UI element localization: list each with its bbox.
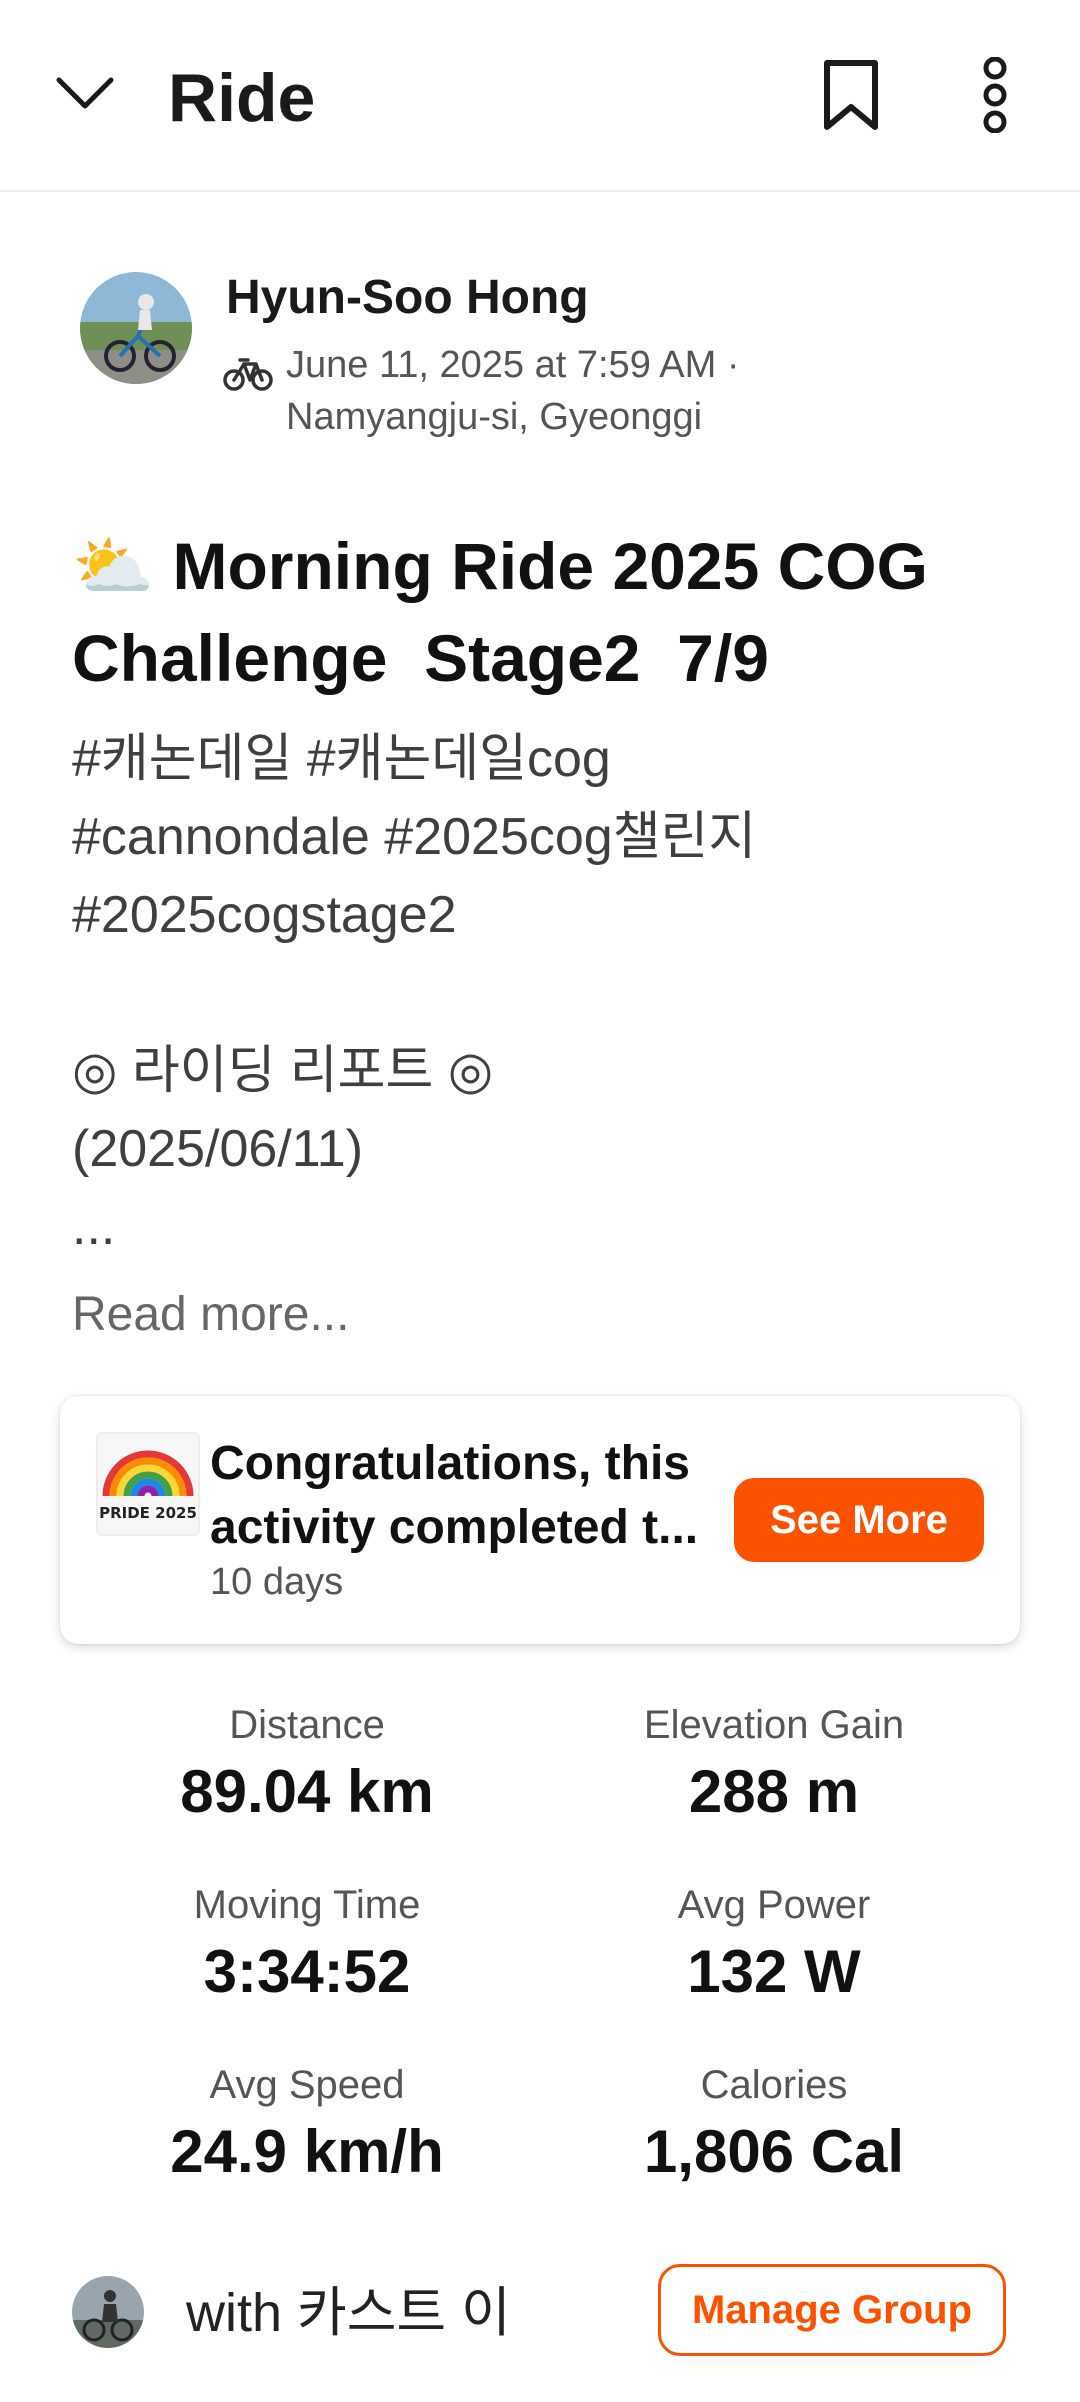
- stat-moving-time: Moving Time 3:34:52: [72, 1880, 542, 2010]
- bookmark-icon: [823, 59, 879, 136]
- see-more-button[interactable]: See More: [734, 1478, 984, 1562]
- bookmark-button[interactable]: [806, 52, 896, 142]
- stat-label: Distance: [229, 1703, 385, 1747]
- group-member-avatar[interactable]: [72, 2276, 144, 2348]
- athlete-avatar[interactable]: [80, 272, 192, 384]
- stat-value: 288 m: [688, 1758, 860, 1825]
- activity-location: Namyangju-si, Gyeonggi: [286, 396, 703, 438]
- stat-label: Moving Time: [193, 1883, 421, 1927]
- badge-label: PRIDE 2025: [99, 1504, 197, 1522]
- activity-date: June 11, 2025 at 7:59 AM ·: [286, 344, 740, 386]
- chevron-down-icon: [55, 76, 115, 117]
- collapse-button[interactable]: [40, 56, 130, 136]
- activity-description: #캐논데일 #캐논데일cog #cannondale #2025cog챌린지 #…: [72, 730, 757, 1256]
- stat-value: 89.04 km: [180, 1758, 434, 1825]
- achievement-title-line2: activity completed t...: [210, 1501, 699, 1554]
- stat-value: 132 W: [687, 1938, 861, 2005]
- stat-value: 1,806 Cal: [643, 2118, 905, 2185]
- achievement-subtitle: 10 days: [210, 1561, 344, 1603]
- stat-value: 24.9 km/h: [170, 2118, 444, 2185]
- stat-value: 3:34:52: [203, 1938, 411, 2005]
- pride-badge: PRIDE 2025: [96, 1432, 200, 1536]
- stat-avg-power: Avg Power 132 W: [539, 1880, 1009, 2010]
- activity-title: ⛅ Morning Ride 2025 COG Challenge Stage2…: [72, 529, 947, 695]
- group-with-text[interactable]: with 카스트 이: [186, 2280, 511, 2346]
- stat-avg-speed: Avg Speed 24.9 km/h: [72, 2060, 542, 2190]
- stat-distance: Distance 89.04 km: [72, 1700, 542, 1830]
- top-app-bar: Ride: [0, 0, 1080, 192]
- stat-label: Avg Speed: [209, 2063, 405, 2107]
- stat-label: Avg Power: [677, 1883, 871, 1927]
- athlete-name[interactable]: Hyun-Soo Hong: [226, 268, 589, 328]
- achievement-card[interactable]: PRIDE 2025 Congratulations, this activit…: [60, 1396, 1020, 1644]
- more-vertical-icon: [980, 56, 1010, 138]
- stat-elevation-gain: Elevation Gain 288 m: [539, 1700, 1009, 1830]
- manage-group-button[interactable]: Manage Group: [658, 2264, 1006, 2356]
- stat-label: Elevation Gain: [643, 1703, 905, 1747]
- read-more-link[interactable]: Read more...: [72, 1282, 349, 1348]
- achievement-title-line1: Congratulations, this: [210, 1437, 690, 1490]
- more-options-button[interactable]: [950, 52, 1040, 142]
- stat-calories: Calories 1,806 Cal: [539, 2060, 1009, 2190]
- bicycle-icon: [222, 346, 274, 398]
- page-title: Ride: [168, 60, 316, 136]
- stat-label: Calories: [700, 2063, 848, 2107]
- achievement-title: Congratulations, this activity completed…: [210, 1432, 730, 1560]
